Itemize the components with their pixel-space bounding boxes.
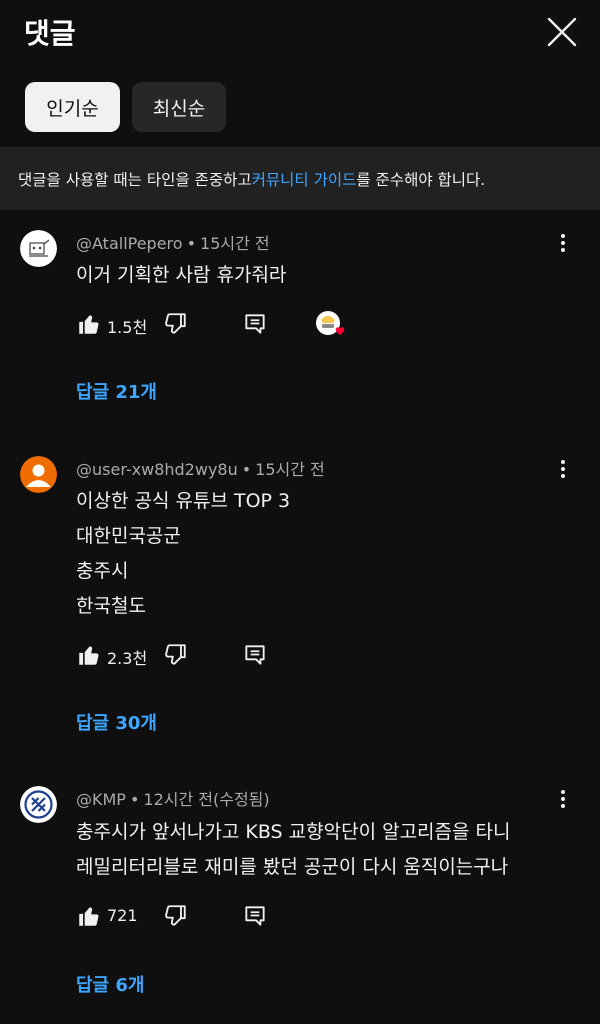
thumb-down-icon xyxy=(165,905,186,926)
comment-time: 12시간 전(수정됨) xyxy=(143,790,270,809)
avatar-image xyxy=(20,230,57,267)
like-button[interactable] xyxy=(76,642,102,668)
meta-separator: • xyxy=(186,234,197,253)
comment-meta: @AtallPepero • 15시간 전 xyxy=(76,230,270,254)
thumb-down-icon xyxy=(165,313,186,334)
comment-menu-button[interactable] xyxy=(552,784,574,814)
thumb-up-icon xyxy=(79,315,99,334)
comment-meta: @KMP • 12시간 전(수정됨) xyxy=(76,786,270,810)
comment-icon xyxy=(245,645,265,665)
avatar-image xyxy=(20,786,57,823)
comment-icon xyxy=(245,906,265,926)
reply-button[interactable] xyxy=(242,311,268,337)
panel-header: 댓글 xyxy=(0,0,600,64)
notice-text-before: 댓글을 사용할 때는 타인을 존중하고 xyxy=(18,170,252,189)
comment-text: 레밀리터리블로 재미를 봤던 공군이 다시 움직이는구나 xyxy=(76,856,509,878)
comment-author[interactable]: @KMP xyxy=(76,790,126,809)
comment-actions: 721 xyxy=(0,903,600,933)
comment-actions: 2.3천 xyxy=(0,642,600,672)
panel-title: 댓글 xyxy=(24,17,76,50)
comment-text: 한국철도 xyxy=(76,595,146,617)
meta-separator: • xyxy=(241,460,252,479)
comment-text: 이상한 공식 유튜브 TOP 3 xyxy=(76,490,291,512)
avatar[interactable] xyxy=(20,230,57,267)
comment-author[interactable]: @user-xw8hd2wy8u xyxy=(76,460,238,479)
comment-menu-button[interactable] xyxy=(552,228,574,258)
comment-icon xyxy=(245,314,265,334)
close-icon xyxy=(547,17,577,47)
comment-time: 15시간 전 xyxy=(255,460,325,479)
comment-text: 대한민국공군 xyxy=(76,525,181,547)
reply-button[interactable] xyxy=(242,903,268,929)
comment-text: 충주시 xyxy=(76,560,129,582)
sort-chip-newest[interactable]: 최신순 xyxy=(132,82,226,132)
thumb-up-icon xyxy=(79,907,99,926)
notice-text-after: 를 준수해야 합니다. xyxy=(356,170,486,189)
thumb-up-icon xyxy=(79,646,99,665)
avatar-image xyxy=(20,456,57,493)
comment-meta: @user-xw8hd2wy8u • 15시간 전 xyxy=(76,456,325,480)
like-button[interactable] xyxy=(76,311,102,337)
comment-author[interactable]: @AtallPepero xyxy=(76,234,183,253)
dislike-button[interactable] xyxy=(162,311,188,337)
comment-text: 충주시가 앞서나가고 KBS 교향악단이 알고리즘을 타니 xyxy=(76,821,511,843)
like-count: 721 xyxy=(107,906,138,925)
comment-actions: 1.5천 xyxy=(0,311,600,341)
replies-toggle[interactable]: 답글 30개 xyxy=(76,709,157,735)
comment-menu-button[interactable] xyxy=(552,454,574,484)
dislike-button[interactable] xyxy=(162,642,188,668)
like-count: 1.5천 xyxy=(107,318,148,337)
reply-button[interactable] xyxy=(242,642,268,668)
thumb-down-icon xyxy=(165,644,186,665)
like-count: 2.3천 xyxy=(107,649,148,668)
comments-panel: 댓글 인기순 최신순 댓글을 사용할 때는 타인을 존중하고 커뮤니티 가이드 를… xyxy=(0,0,600,1024)
like-button[interactable] xyxy=(76,903,102,929)
avatar[interactable] xyxy=(20,786,57,823)
sort-chip-top[interactable]: 인기순 xyxy=(25,82,120,132)
community-guidelines-link[interactable]: 커뮤니티 가이드 xyxy=(252,168,357,190)
more-vert-icon xyxy=(561,234,565,238)
avatar[interactable] xyxy=(20,456,57,493)
creator-heart-icon xyxy=(316,311,345,335)
guidelines-notice: 댓글을 사용할 때는 타인을 존중하고 커뮤니티 가이드 를 준수해야 합니다. xyxy=(0,147,600,210)
close-button[interactable] xyxy=(542,12,582,52)
dislike-button[interactable] xyxy=(162,903,188,929)
more-vert-icon xyxy=(561,790,565,794)
meta-separator: • xyxy=(129,790,140,809)
comment-time: 15시간 전 xyxy=(200,234,270,253)
more-vert-icon xyxy=(561,460,565,464)
comment-text: 이거 기획한 사람 휴가줘라 xyxy=(76,264,287,286)
creator-heart-badge[interactable] xyxy=(316,310,348,340)
replies-toggle[interactable]: 답글 21개 xyxy=(76,378,157,404)
replies-toggle[interactable]: 답글 6개 xyxy=(76,971,144,997)
